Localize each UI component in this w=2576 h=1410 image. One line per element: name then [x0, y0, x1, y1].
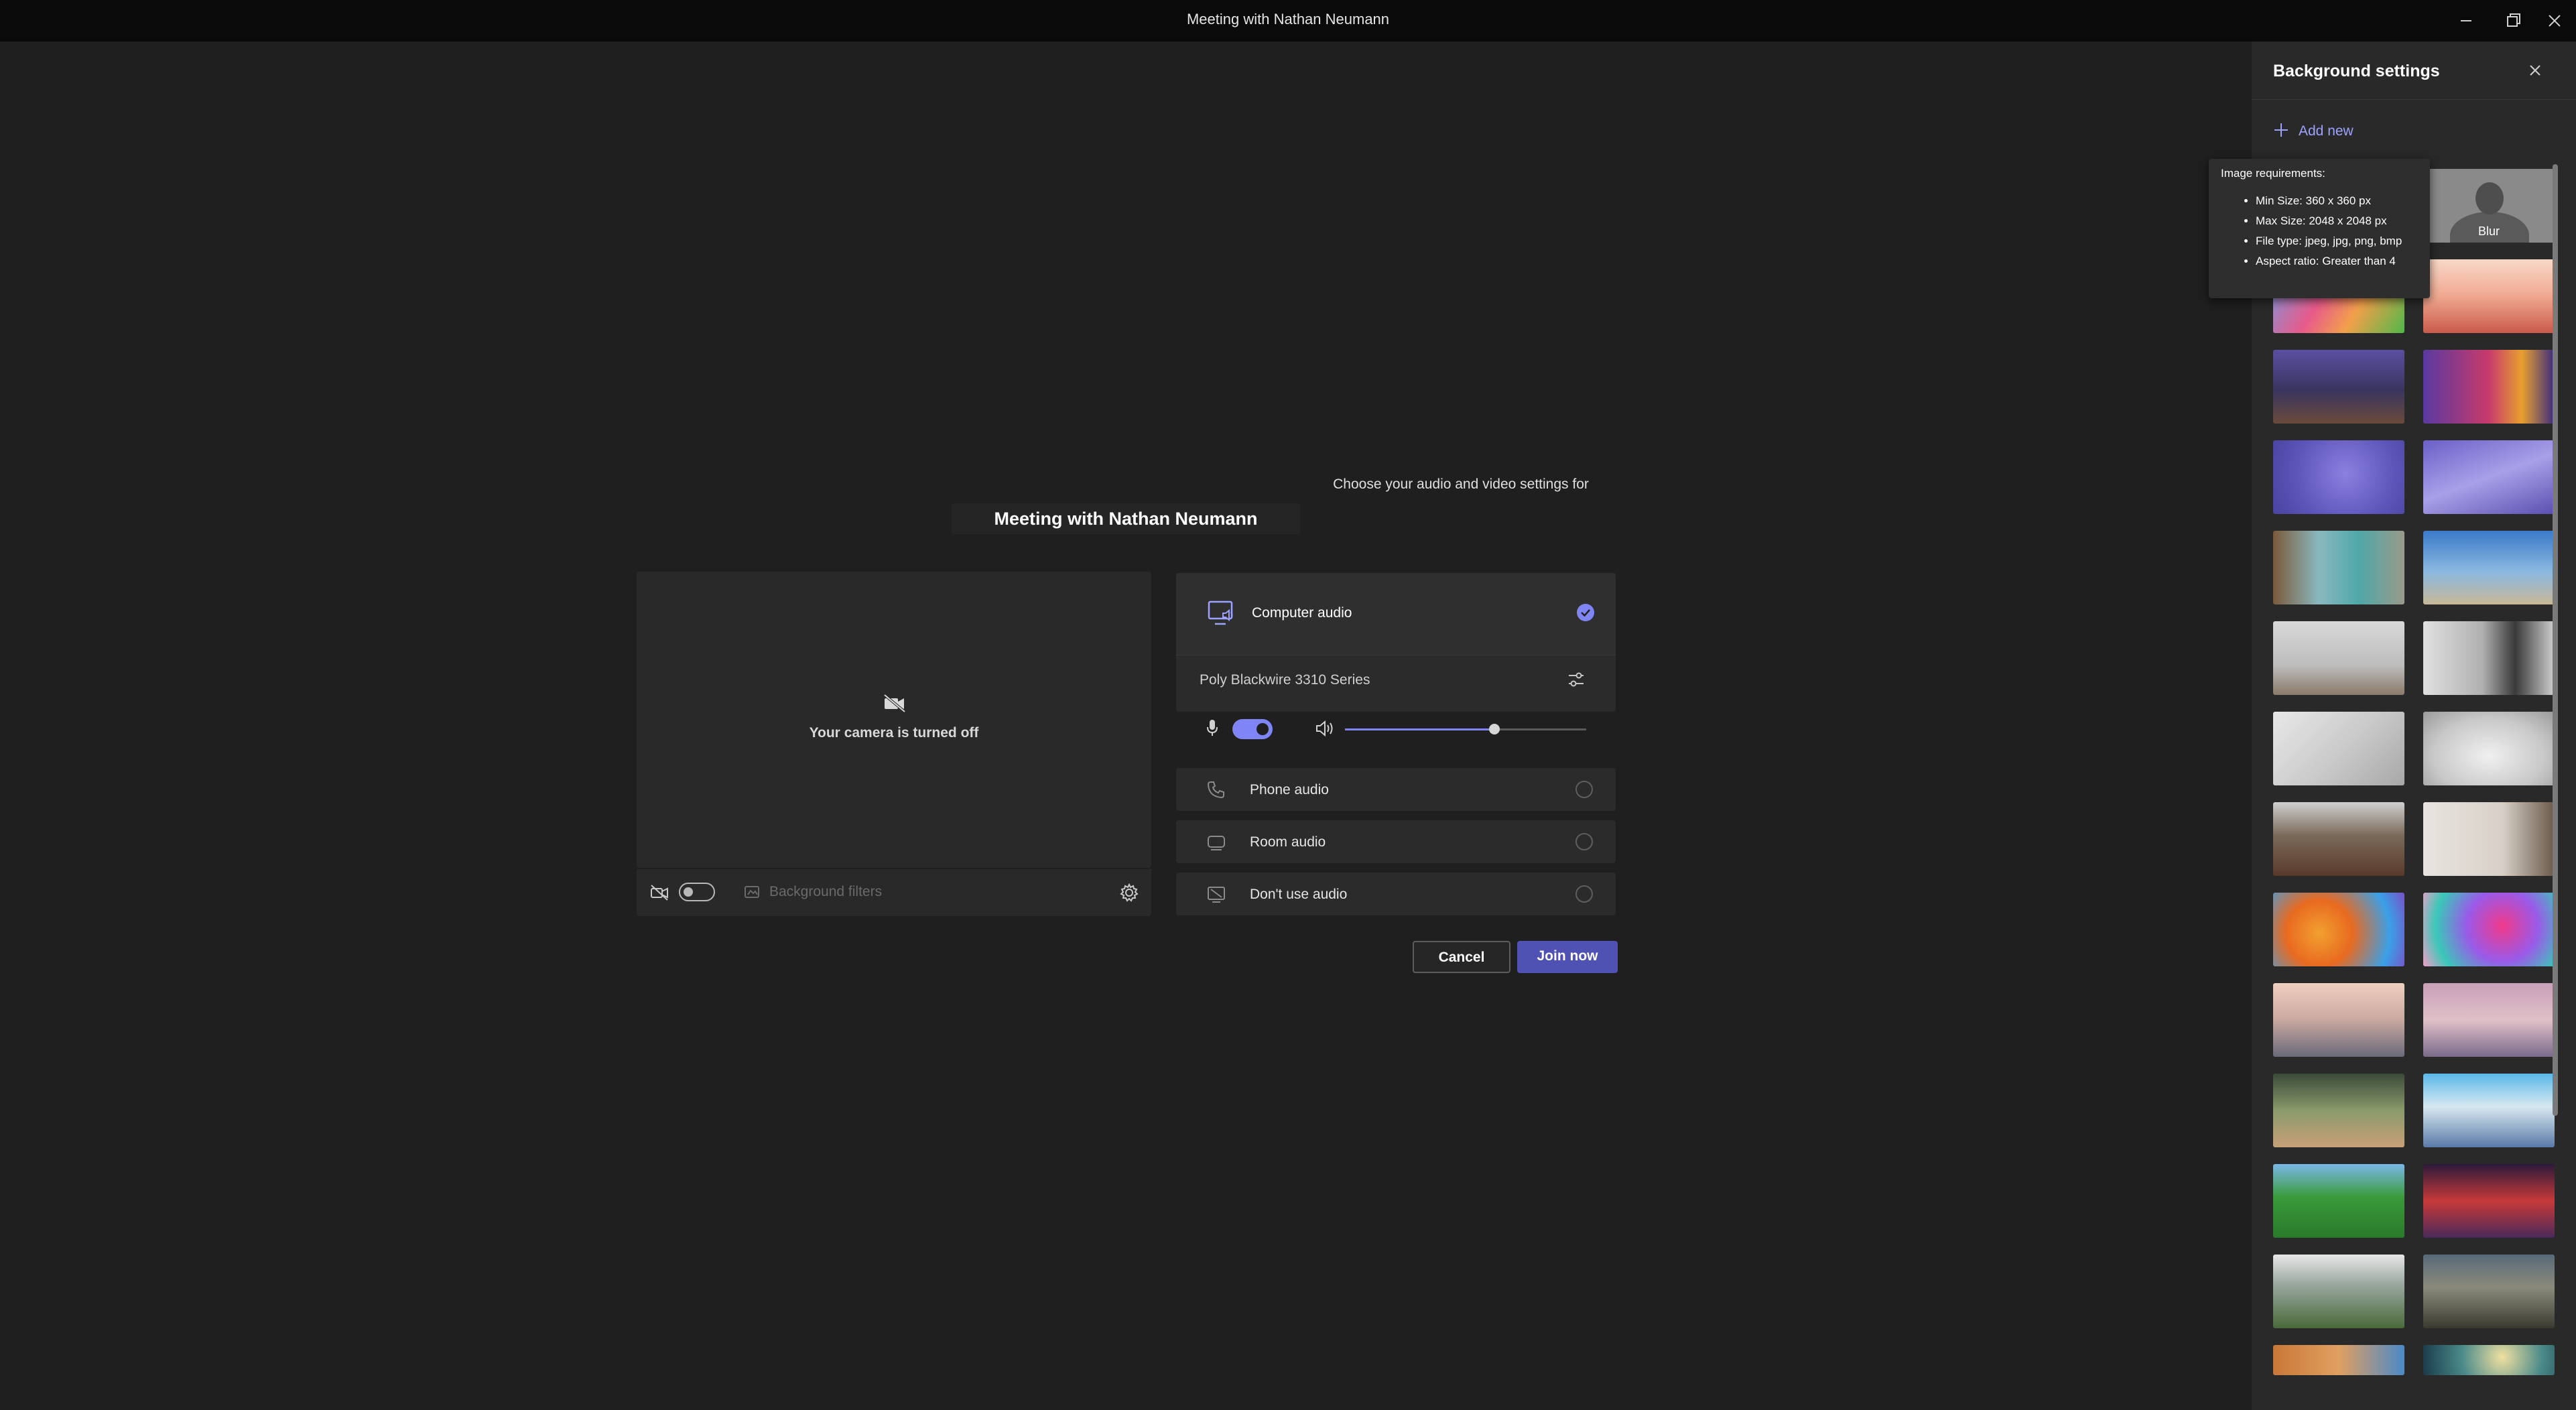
join-now-button[interactable]: Join now: [1517, 941, 1618, 973]
computer-audio-option[interactable]: Computer audio Poly Blackwire 3310 Serie…: [1176, 573, 1616, 739]
background-thumbnail[interactable]: [2273, 350, 2404, 424]
background-thumbnail[interactable]: [2423, 893, 2555, 966]
selected-check-icon: [1575, 602, 1596, 623]
room-audio-label: Room audio: [1250, 834, 1326, 850]
background-thumbnail[interactable]: [2423, 1074, 2555, 1147]
background-thumbnail[interactable]: [2423, 531, 2555, 604]
background-thumbnail[interactable]: [2423, 440, 2555, 514]
tooltip-title: Image requirements:: [2221, 167, 2325, 180]
blur-background-thumbnail[interactable]: Blur: [2423, 169, 2555, 243]
computer-audio-header[interactable]: Computer audio: [1176, 573, 1616, 655]
microphone-toggle[interactable]: [1232, 719, 1273, 739]
background-thumbnail[interactable]: [2273, 440, 2404, 514]
video-toolbar: Background filters: [637, 869, 1151, 916]
close-icon[interactable]: [2525, 60, 2545, 80]
window-title: Meeting with Nathan Neumann: [1186, 11, 1390, 27]
audio-device-name: Poly Blackwire 3310 Series: [1200, 672, 1370, 688]
background-thumbnail[interactable]: [2423, 1164, 2555, 1238]
volume-slider-thumb[interactable]: [1489, 724, 1500, 734]
camera-toggle[interactable]: [679, 883, 715, 901]
audio-device-settings-icon[interactable]: [1566, 669, 1586, 690]
no-audio-option[interactable]: Don't use audio: [1176, 873, 1616, 915]
meeting-name: Meeting with Nathan Neumann: [952, 503, 1300, 534]
phone-audio-radio[interactable]: [1575, 781, 1593, 798]
title-bar: Meeting with Nathan Neumann: [0, 0, 2576, 42]
device-settings-gear-icon[interactable]: [1119, 883, 1139, 903]
computer-audio-icon: [1207, 598, 1236, 628]
camera-off-icon: [650, 884, 669, 901]
background-thumbnail[interactable]: [2423, 1255, 2555, 1328]
room-audio-radio[interactable]: [1575, 833, 1593, 850]
tooltip-list: Min Size: 360 x 360 px Max Size: 2048 x …: [2221, 191, 2402, 271]
background-thumbnail[interactable]: [2273, 1164, 2404, 1238]
cancel-button[interactable]: Cancel: [1413, 941, 1510, 973]
phone-audio-option[interactable]: Phone audio: [1176, 768, 1616, 811]
no-audio-radio[interactable]: [1575, 885, 1593, 903]
tooltip-item: Max Size: 2048 x 2048 px: [2256, 211, 2402, 231]
add-new-label: Add new: [2299, 123, 2354, 139]
background-thumbnail[interactable]: [2273, 531, 2404, 604]
background-thumbnail[interactable]: [2423, 802, 2555, 876]
tooltip-item: Aspect ratio: Greater than 4: [2256, 251, 2402, 271]
background-settings-title: Background settings: [2273, 62, 2440, 80]
background-thumbnail[interactable]: [2423, 712, 2555, 785]
camera-off-icon: [883, 693, 907, 713]
background-thumbnail[interactable]: [2423, 1345, 2555, 1375]
image-requirements-tooltip: Image requirements: Min Size: 360 x 360 …: [2209, 159, 2430, 298]
background-thumbnail[interactable]: [2423, 350, 2555, 424]
background-thumbnail[interactable]: [2273, 1255, 2404, 1328]
background-thumbnail[interactable]: [2423, 983, 2555, 1057]
computer-audio-label: Computer audio: [1252, 605, 1352, 621]
microphone-icon: [1206, 718, 1219, 738]
speaker-volume-slider[interactable]: [1345, 724, 1586, 734]
background-filters-icon: [744, 885, 760, 899]
background-thumbnail[interactable]: [2273, 712, 2404, 785]
close-icon[interactable]: [2541, 8, 2568, 34]
tooltip-item: Min Size: 360 x 360 px: [2256, 191, 2402, 211]
background-thumbnail[interactable]: [2273, 1074, 2404, 1147]
background-thumbnail[interactable]: [2273, 983, 2404, 1057]
tooltip-item: File type: jpeg, jpg, png, bmp: [2256, 231, 2402, 251]
speaker-icon: [1314, 719, 1334, 738]
video-preview: Your camera is turned off: [637, 572, 1151, 868]
room-audio-icon: [1206, 831, 1227, 852]
background-thumbnail[interactable]: [2273, 1345, 2404, 1375]
background-thumbnail[interactable]: [2423, 621, 2555, 695]
background-panel-scrollbar[interactable]: [2553, 164, 2558, 1116]
camera-status-text: Your camera is turned off: [809, 725, 979, 741]
restore-icon[interactable]: [2500, 8, 2526, 34]
background-thumbnail[interactable]: [2273, 621, 2404, 695]
room-audio-option[interactable]: Room audio: [1176, 820, 1616, 863]
plus-icon: [2273, 122, 2289, 138]
blur-label: Blur: [2477, 225, 2500, 238]
background-thumbnail[interactable]: [2273, 893, 2404, 966]
phone-audio-label: Phone audio: [1250, 782, 1329, 797]
phone-audio-icon: [1206, 779, 1227, 800]
background-thumbnail[interactable]: [2273, 802, 2404, 876]
no-audio-icon: [1206, 883, 1227, 905]
minimize-icon[interactable]: [2453, 8, 2480, 34]
no-audio-label: Don't use audio: [1250, 887, 1348, 902]
prejoin-subtitle: Choose your audio and video settings for: [1333, 476, 1589, 492]
background-filters-button[interactable]: Background filters: [769, 884, 882, 900]
background-thumbnail[interactable]: [2423, 259, 2555, 333]
